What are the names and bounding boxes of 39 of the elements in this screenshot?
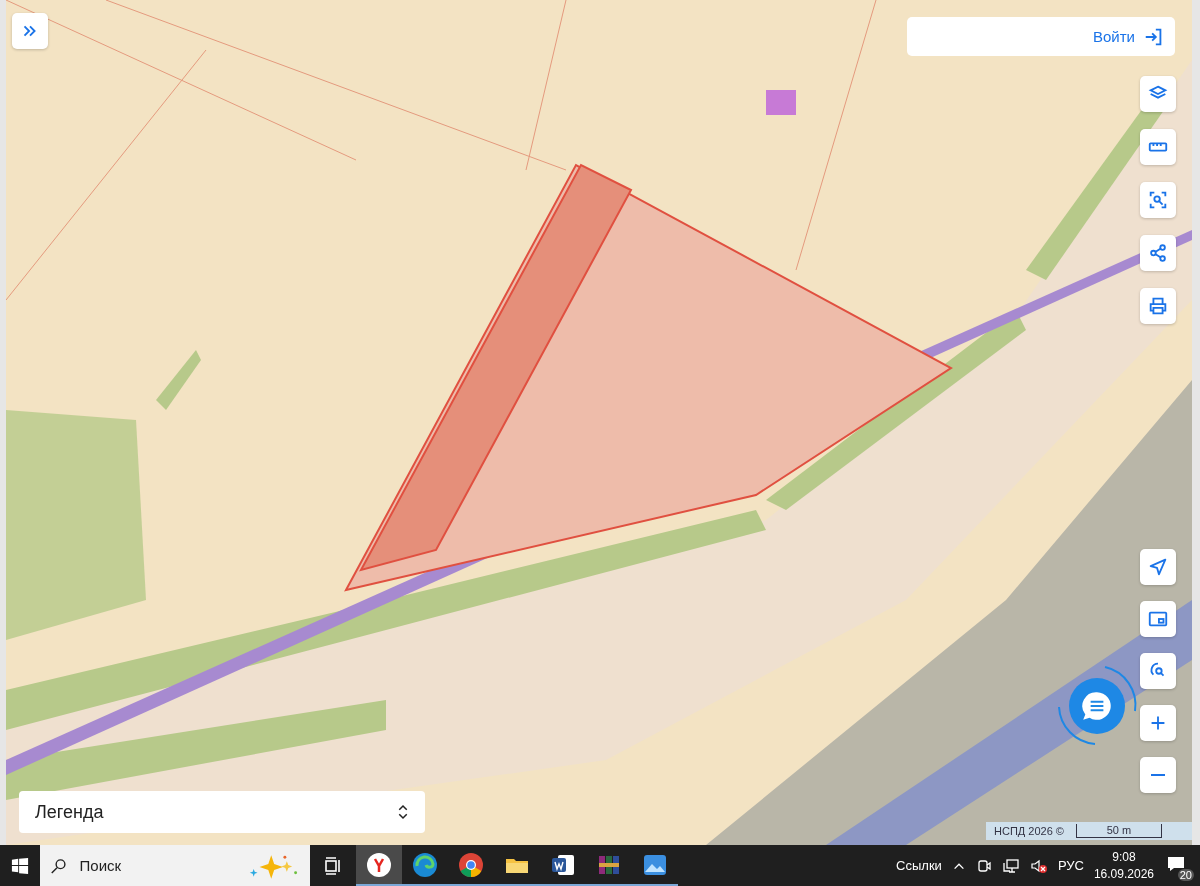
area-select-button[interactable]: [1140, 182, 1176, 218]
area-select-icon: [1147, 189, 1169, 211]
browser-icon: [458, 851, 484, 878]
browser-icon: [412, 851, 438, 878]
login-button[interactable]: Войти: [907, 17, 1175, 56]
scale-bar: 50 m: [1075, 824, 1162, 838]
share-icon: [1147, 242, 1169, 264]
layers-button[interactable]: [1140, 76, 1176, 112]
minimap-button[interactable]: [1140, 601, 1176, 637]
search-box[interactable]: Поиск: [40, 845, 310, 886]
language-indicator[interactable]: РУС: [1057, 858, 1084, 873]
zoom-out-button[interactable]: [1140, 757, 1176, 793]
progress-ring-icon: [1055, 663, 1139, 747]
zoom-in-button[interactable]: [1140, 705, 1176, 741]
muted-speaker-icon[interactable]: [1029, 857, 1048, 874]
search-location-button[interactable]: [1140, 653, 1176, 689]
attribution-text: НСПД 2026 ©: [994, 825, 1064, 837]
search-icon: [50, 856, 68, 875]
location-arrow-button[interactable]: [1140, 549, 1176, 585]
search-field[interactable]: Поиск: [77, 856, 232, 875]
print-icon: [1147, 295, 1169, 317]
chat-icon: [1080, 689, 1114, 723]
taskbar-app[interactable]: [356, 845, 402, 886]
ruler-button[interactable]: [1140, 129, 1176, 165]
notification-count: 20: [1177, 868, 1194, 881]
legend-dropdown[interactable]: Легенда: [19, 791, 425, 833]
browser-icon: [366, 851, 392, 878]
share-button[interactable]: [1140, 235, 1176, 271]
expand-button[interactable]: [12, 13, 48, 49]
notifications-button[interactable]: 20: [1164, 850, 1194, 881]
links-label[interactable]: Ссылки: [896, 858, 942, 873]
sort-caret-icon: [397, 802, 409, 822]
windows-icon: [11, 856, 29, 875]
clock-date[interactable]: 16.09.2026: [1093, 865, 1154, 883]
print-button[interactable]: [1140, 288, 1176, 324]
clock-time[interactable]: 9:08: [1112, 848, 1136, 866]
location-arrow-icon: [1147, 556, 1169, 578]
camera-icon[interactable]: [975, 857, 992, 874]
network-icon[interactable]: [1001, 857, 1020, 874]
